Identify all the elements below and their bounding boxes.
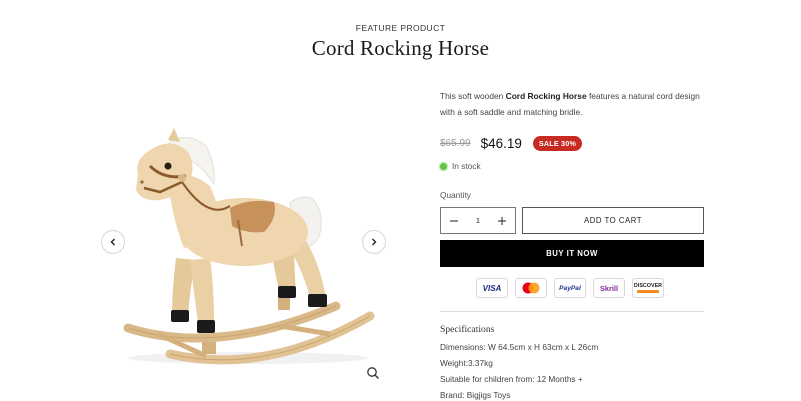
spec-dimensions: Dimensions: W 64.5cm x H 63cm x L 26cm [440, 342, 599, 352]
paypal-icon: PayPal [554, 278, 586, 298]
sale-price: $46.19 [480, 136, 522, 151]
specifications-heading: Specifications [440, 324, 495, 335]
decrease-quantity-button[interactable] [448, 215, 460, 227]
visa-icon: VISA [476, 278, 508, 298]
spec-age: Suitable for children from: 12 Months + [440, 374, 583, 384]
stock-label: In stock [452, 161, 481, 171]
page-title: Cord Rocking Horse [311, 36, 490, 60]
sale-badge: SALE 30% [532, 136, 583, 151]
section-eyebrow: FEATURE PRODUCT [355, 23, 446, 33]
increase-quantity-button[interactable] [496, 215, 508, 227]
stock-status: In stock [440, 161, 481, 171]
price-row: $65.99 $46.19 SALE 30% [440, 136, 583, 151]
product-image [98, 110, 390, 390]
stock-dot-icon [440, 162, 447, 170]
magnifier-icon [367, 367, 380, 380]
discover-icon: DISCOVER [632, 278, 664, 298]
prev-image-button[interactable] [101, 230, 125, 254]
next-image-button[interactable] [362, 230, 386, 254]
product-name-bold: Cord Rocking Horse [505, 91, 587, 101]
spec-brand: Brand: Bigjigs Toys [440, 390, 511, 400]
quantity-stepper [440, 207, 516, 234]
chevron-left-icon [110, 238, 115, 246]
mastercard-icon [515, 278, 547, 298]
skrill-icon: Skrill [593, 278, 625, 298]
spec-weight: Weight:3.37kg [440, 358, 493, 368]
plus-icon [498, 216, 506, 225]
quantity-label: Quantity [440, 190, 471, 200]
buy-it-now-button[interactable]: BUY IT NOW [440, 240, 704, 267]
zoom-button[interactable] [366, 366, 382, 382]
compare-price: $65.99 [440, 138, 471, 149]
quantity-input[interactable] [468, 216, 488, 225]
product-description: This soft wooden Cord Rocking Horse feat… [440, 91, 700, 117]
product-info: This soft wooden Cord Rocking Horse feat… [440, 88, 704, 400]
chevron-right-icon [372, 238, 377, 246]
payment-icons: VISA PayPal Skrill DISCOVER [476, 278, 664, 298]
add-to-cart-button[interactable]: ADD TO CART [522, 207, 704, 234]
minus-icon [450, 219, 458, 222]
section-divider [440, 311, 704, 312]
